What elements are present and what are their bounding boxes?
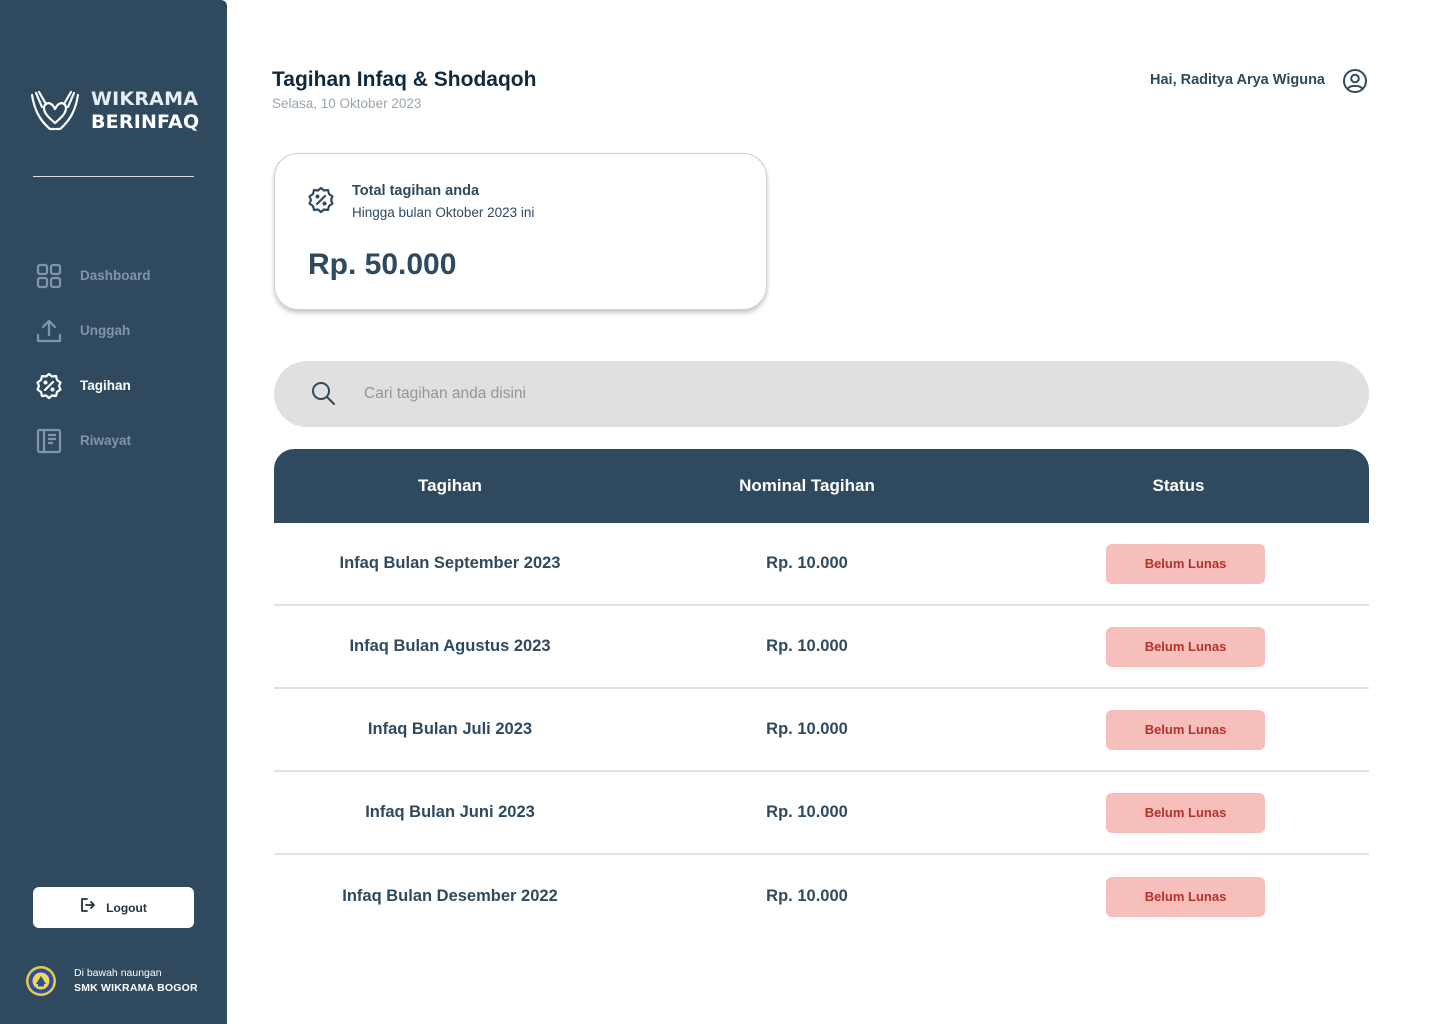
logout-button[interactable]: Logout <box>33 887 194 928</box>
search-input[interactable] <box>364 379 1324 409</box>
bill-amount: Rp. 10.000 <box>766 803 848 821</box>
bill-amount: Rp. 10.000 <box>766 637 848 655</box>
school-brand: Di bawah naungan SMK WIKRAMA BOGOR <box>25 965 198 997</box>
sidebar-nav: Dashboard Unggah Tagihan Riwayat <box>35 248 215 468</box>
sidebar: WIKRAMA BERINFAQ Dashboard Unggah Tagiha… <box>0 0 227 1024</box>
logout-icon <box>80 897 96 918</box>
status-badge[interactable]: Belum Lunas <box>1106 709 1265 750</box>
sidebar-item-label: Tagihan <box>80 378 131 393</box>
sidebar-item-label: Dashboard <box>80 268 151 283</box>
search-icon <box>312 382 335 405</box>
status-badge[interactable]: Belum Lunas <box>1106 876 1265 917</box>
bill-amount: Rp. 10.000 <box>766 720 848 738</box>
table-row[interactable]: Infaq Bulan Juni 2023 Rp. 10.000 Belum L… <box>274 772 1369 855</box>
column-header-status[interactable]: Status <box>988 476 1369 496</box>
bill-name: Infaq Bulan Desember 2022 <box>342 887 558 905</box>
logout-label: Logout <box>106 900 147 915</box>
page-date: Selasa, 10 Oktober 2023 <box>272 96 422 111</box>
sidebar-item-unggah[interactable]: Unggah <box>35 303 215 358</box>
user-profile-button[interactable] <box>1342 68 1368 94</box>
bill-name: Infaq Bulan Juli 2023 <box>367 720 533 738</box>
sidebar-item-riwayat[interactable]: Riwayat <box>35 413 215 468</box>
footer-line-2: SMK WIKRAMA BOGOR <box>74 982 198 994</box>
bill-name: Infaq Bulan Agustus 2023 <box>349 637 551 655</box>
total-bill-card: Total tagihan anda Hingga bulan Oktober … <box>274 153 767 310</box>
table-row[interactable]: Infaq Bulan September 2023 Rp. 10.000 Be… <box>274 523 1369 606</box>
card-subtitle: Hingga bulan Oktober 2023 ini <box>352 205 535 220</box>
column-header-tagihan[interactable]: Tagihan <box>274 476 626 496</box>
discount-badge-icon <box>308 186 334 214</box>
table-row[interactable]: Infaq Bulan Juli 2023 Rp. 10.000 Belum L… <box>274 689 1369 772</box>
app-logo[interactable]: WIKRAMA BERINFAQ <box>28 88 199 134</box>
table-row[interactable]: Infaq Bulan Agustus 2023 Rp. 10.000 Belu… <box>274 606 1369 689</box>
table-header: Tagihan Nominal Tagihan Status <box>274 449 1369 523</box>
bill-name: Infaq Bulan Juni 2023 <box>365 803 535 821</box>
search-bar <box>274 361 1369 427</box>
bill-amount: Rp. 10.000 <box>766 887 848 905</box>
sidebar-item-label: Riwayat <box>80 433 132 448</box>
school-seal-icon <box>26 966 56 996</box>
bill-name: Infaq Bulan September 2023 <box>339 554 561 572</box>
user-circle-icon <box>1343 69 1367 93</box>
hands-heart-logo-icon <box>30 90 80 131</box>
discount-badge-icon <box>35 372 63 400</box>
bill-table: Tagihan Nominal Tagihan Status Infaq Bul… <box>274 449 1369 938</box>
history-book-icon <box>35 427 63 455</box>
user-greeting: Hai, Raditya Arya Wiguna <box>1150 72 1325 88</box>
status-badge[interactable]: Belum Lunas <box>1106 626 1265 667</box>
page-title: Tagihan Infaq & Shodaqoh <box>272 68 537 91</box>
upload-icon <box>35 317 63 345</box>
sidebar-divider <box>33 176 194 177</box>
table-row[interactable]: Infaq Bulan Desember 2022 Rp. 10.000 Bel… <box>274 855 1369 938</box>
sidebar-item-label: Unggah <box>80 323 131 338</box>
footer-line-1: Di bawah naungan <box>74 967 162 979</box>
status-badge[interactable]: Belum Lunas <box>1106 792 1265 833</box>
bill-amount: Rp. 10.000 <box>766 554 848 572</box>
total-amount: Rp. 50.000 <box>308 248 457 281</box>
sidebar-item-dashboard[interactable]: Dashboard <box>35 248 215 303</box>
sidebar-item-tagihan[interactable]: Tagihan <box>35 358 215 413</box>
logo-line-2: BERINFAQ <box>91 111 200 133</box>
status-badge[interactable]: Belum Lunas <box>1106 543 1265 584</box>
grid-icon <box>35 262 63 290</box>
logo-line-1: WIKRAMA <box>91 88 199 110</box>
column-header-nominal[interactable]: Nominal Tagihan <box>626 476 988 496</box>
card-title: Total tagihan anda <box>352 183 480 199</box>
